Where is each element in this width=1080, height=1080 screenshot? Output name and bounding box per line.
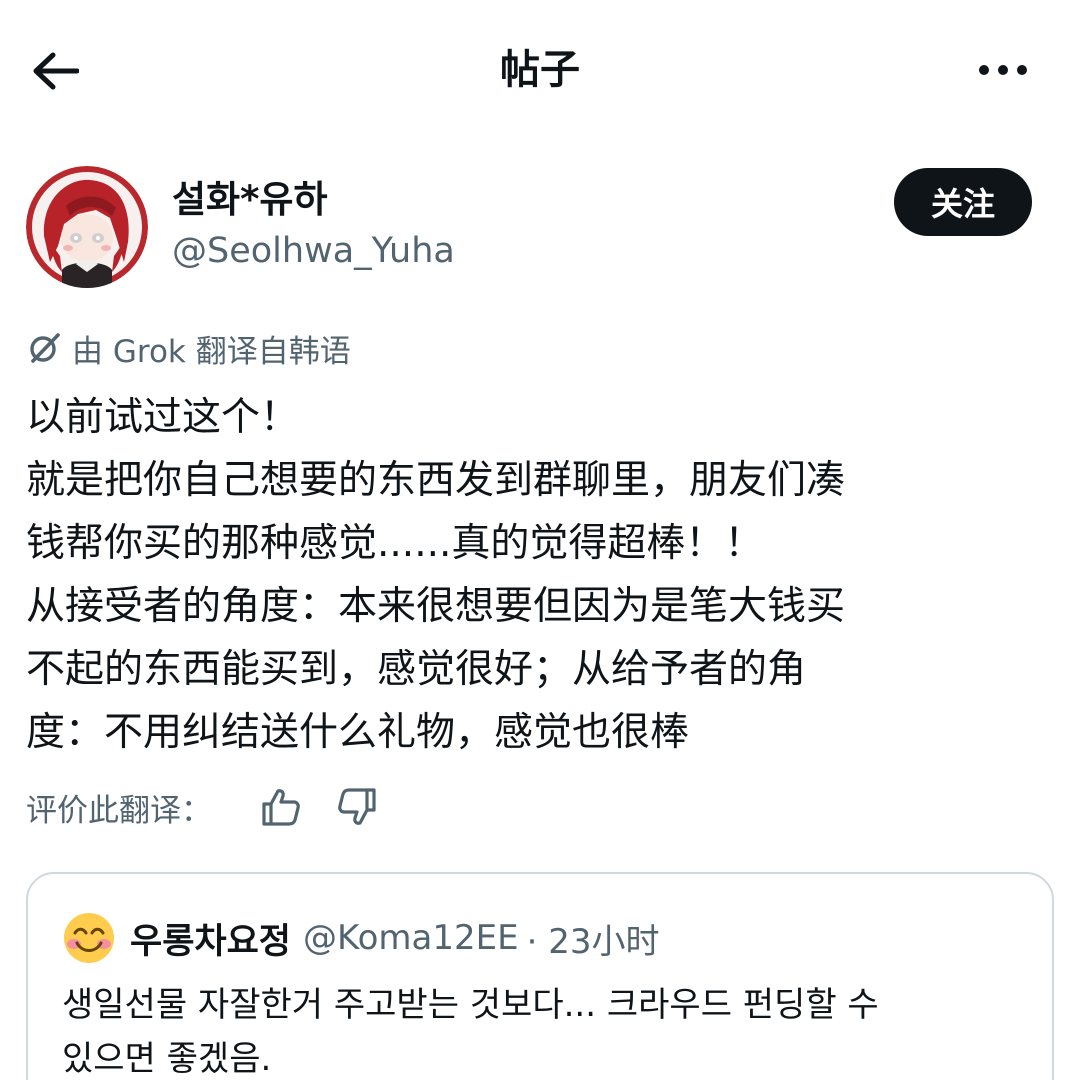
avatar[interactable] xyxy=(26,166,148,288)
quoted-text-line: 있으면 좋겠음. xyxy=(62,1039,272,1079)
smiling-face-emoji xyxy=(64,913,114,963)
post-text-line: 从接受者的角度：本来很想要但因为是笔大钱买 xyxy=(26,584,846,629)
rate-translation-label: 评价此翻译： xyxy=(26,792,212,829)
rate-translation: 评价此翻译： xyxy=(26,782,212,832)
page-title: 帖子 xyxy=(500,47,580,93)
more-options-button[interactable] xyxy=(970,50,1036,90)
thumbs-down-icon xyxy=(338,788,376,825)
grok-logo-icon xyxy=(30,333,60,363)
thumbs-up-icon xyxy=(262,789,300,826)
follow-button[interactable]: 关注 xyxy=(894,168,1032,236)
post-page: 帖子 설화*유하 @Seolhwa_Yuha 关注 由 Grok 翻译自韩语 以… xyxy=(0,0,1080,1080)
translation-note: 由 Grok 翻译自韩语 xyxy=(28,326,351,370)
thumbs-down-button[interactable] xyxy=(332,782,382,832)
back-button[interactable] xyxy=(28,46,82,96)
avatar-image xyxy=(26,166,148,288)
quoted-post-text: 생일선물 자잘한거 주고받는 것보다... 크라우드 펀딩할 수 있으면 좋겠음… xyxy=(62,978,1042,1080)
arrow-left-icon xyxy=(33,52,79,90)
quoted-post-header: 우롱차요정 @Koma12EE · 23小时 xyxy=(62,910,660,966)
post-text-line: 以前试过这个！ xyxy=(26,395,300,440)
quoted-author-name: 우롱차요정 xyxy=(130,921,292,962)
quoted-author-handle: @Koma12EE xyxy=(303,918,519,958)
translation-note-text: 由 Grok 翻译自韩语 xyxy=(72,333,351,370)
more-dot xyxy=(1017,65,1027,75)
quoted-text-line: 생일선물 자잘한거 주고받는 것보다... 크라우드 펀딩할 수 xyxy=(62,985,879,1025)
post-text-line: 就是把你自己想要的东西发到群聊里，朋友们凑 xyxy=(26,458,846,503)
top-bar: 帖子 xyxy=(0,0,1080,140)
thumbs-up-button[interactable] xyxy=(256,782,306,832)
quoted-post-time: · 23小时 xyxy=(526,921,660,962)
post-text: 以前试过这个！ 就是把你自己想要的东西发到群聊里，朋友们凑 钱帮你买的那种感觉.… xyxy=(26,386,1056,764)
quoted-post[interactable]: 우롱차요정 @Koma12EE · 23小时 생일선물 자잘한거 주고받는 것보… xyxy=(26,872,1054,1080)
more-horizontal-icon xyxy=(979,65,989,75)
more-dot xyxy=(998,65,1008,75)
post-text-line: 不起的东西能买到，感觉很好；从给予者的角 xyxy=(26,647,807,692)
author-handle[interactable]: @Seolhwa_Yuha xyxy=(172,228,455,274)
author-name[interactable]: 설화*유하 xyxy=(172,176,328,224)
post-text-line: 度：不用纠结送什么礼物，感觉也很棒 xyxy=(26,710,690,755)
post-text-line: 钱帮你买的那种感觉......真的觉得超棒！！ xyxy=(26,521,764,566)
